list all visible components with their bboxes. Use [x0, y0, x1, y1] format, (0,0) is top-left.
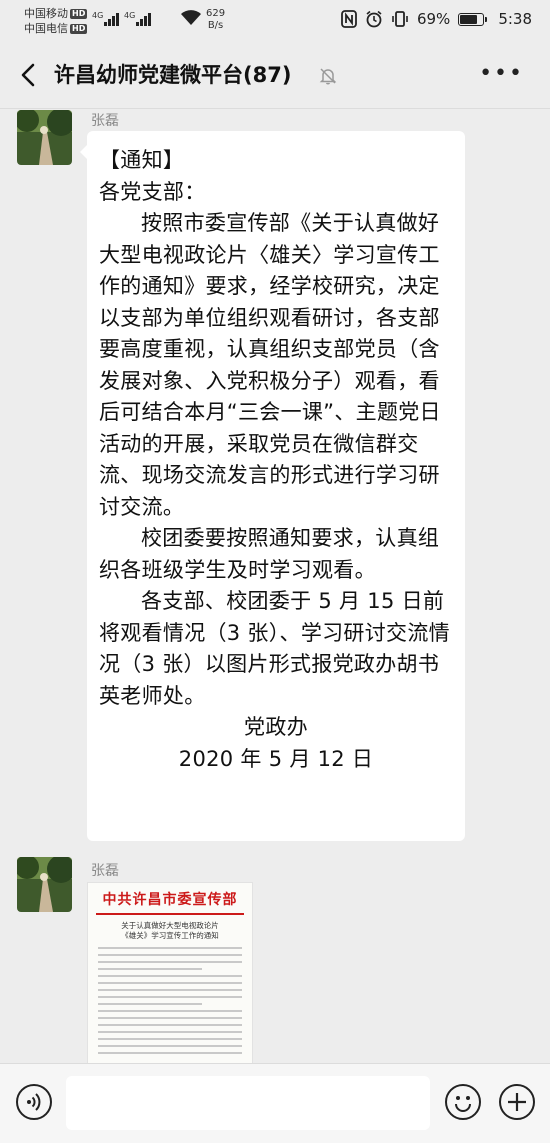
network-type-1: 4G: [92, 11, 104, 20]
back-chevron-left-icon[interactable]: [14, 60, 44, 90]
network-type-2: 4G: [124, 11, 136, 20]
plus-icon[interactable]: [499, 1084, 535, 1120]
input-bar: [0, 1063, 550, 1143]
message-bubble[interactable]: 【通知】 各党支部： 按照市委宣传部《关于认真做好大型电视政论片〈雄关〉学习宣传…: [80, 131, 465, 841]
battery-icon: [458, 12, 488, 26]
sender-name: 张磊: [91, 113, 119, 129]
avatar[interactable]: [17, 110, 72, 165]
bell-off-icon: [319, 68, 337, 85]
notice-date: 2020 年 5 月 12 日: [178, 746, 374, 771]
hd-badge: HD: [70, 23, 88, 34]
document-header: 中共许昌市委宣传部: [102, 892, 238, 908]
carrier-1: 中国移动: [24, 7, 68, 20]
document-subtitle-2: 《雄关》学习宣传工作的通知: [121, 931, 219, 940]
hd-badge: HD: [70, 8, 88, 19]
carrier-2: 中国电信: [24, 22, 68, 35]
clock-time: 5:38: [498, 10, 532, 28]
notice-paragraph-2: 校团委要按照通知要求，认真组织各班级学生及时学习观看。: [99, 526, 440, 582]
notice-signature: 党政办: [244, 715, 308, 739]
document-subtitle-1: 关于认真做好大型电视政论片: [121, 921, 219, 930]
status-right: 69% 5:38: [341, 10, 532, 28]
emoji-icon[interactable]: [445, 1084, 481, 1120]
battery-percent: 69%: [416, 10, 451, 28]
nfc-icon: [341, 10, 357, 28]
voice-icon[interactable]: [16, 1084, 52, 1120]
signal-icon: [104, 12, 122, 26]
document-body-lines: [88, 947, 252, 1054]
avatar[interactable]: [17, 857, 72, 912]
alarm-icon: [366, 10, 382, 28]
net-speed-value: 629: [206, 8, 226, 19]
notice-paragraph-3: 各支部、校团委于 5 月 15 日前将观看情况（3 张）、学习研讨交流情况（3 …: [99, 589, 450, 708]
document-image-message[interactable]: 中共许昌市委宣传部 关于认真做好大型电视政论片 《雄关》学习宣传工作的通知: [87, 882, 253, 1064]
carrier-info: 中国移动 HD 中国电信 HD: [24, 6, 88, 36]
chat-title: 许昌幼师党建微平台(87): [54, 63, 292, 87]
message-input[interactable]: [66, 1076, 430, 1130]
document-rule: [96, 913, 244, 915]
net-speed-unit: B/s: [207, 20, 224, 31]
more-dots-icon[interactable]: •••: [479, 63, 524, 85]
wifi-icon: [181, 10, 201, 25]
notice-salutation: 各党支部：: [99, 179, 206, 204]
vibrate-icon: [392, 11, 408, 27]
notice-paragraph-1: 按照市委宣传部《关于认真做好大型电视政论片〈雄关〉学习宣传工作的通知》要求，经学…: [99, 211, 441, 519]
signal-icon: [136, 12, 154, 26]
notice-heading: 【通知】: [99, 148, 185, 172]
net-speed: 629 B/s: [206, 8, 225, 32]
sender-name: 张磊: [91, 863, 119, 879]
status-bar: 中国移动 HD 中国电信 HD 4G 4G 629 B/s 69% 5:38: [0, 0, 550, 44]
chat-header: 许昌幼师党建微平台(87) •••: [0, 44, 550, 109]
